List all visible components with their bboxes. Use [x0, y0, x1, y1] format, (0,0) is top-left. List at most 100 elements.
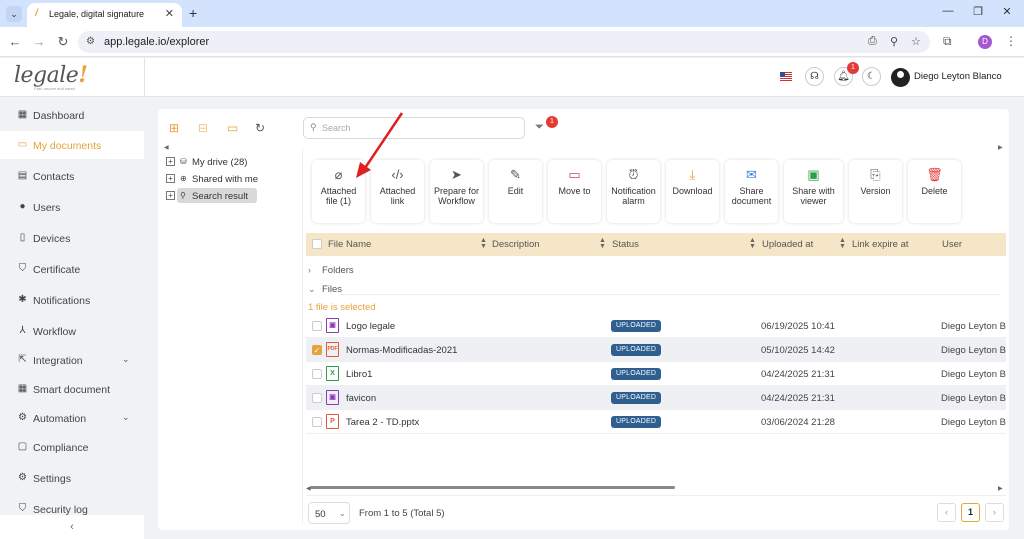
file-name[interactable]: Tarea 2 - TD.pptx	[346, 417, 419, 428]
row-checkbox[interactable]	[312, 393, 322, 403]
refresh-icon[interactable]: ↻	[255, 121, 265, 135]
new-tab-icon[interactable]: +	[189, 5, 197, 21]
profile-avatar[interactable]: D	[978, 35, 992, 49]
scroll-left-icon[interactable]: ◀	[164, 144, 169, 151]
table-row[interactable]: ▣ Logo legale UPLOADED 06/19/2025 10:41 …	[306, 314, 1006, 338]
column-file-name[interactable]: File Name	[328, 239, 371, 250]
folder-move-icon[interactable]: ⊟	[198, 121, 208, 135]
table-row[interactable]: X Libro1 UPLOADED 04/24/2025 21:31 Diego…	[306, 362, 1006, 386]
sidebar-item-smart-document[interactable]: ▦ Smart document	[0, 375, 144, 403]
scroll-right-icon[interactable]: ▶	[998, 144, 1003, 151]
sidebar-item-users[interactable]: ● Users	[0, 193, 144, 221]
theme-toggle-icon[interactable]: ☾	[862, 67, 881, 86]
us-flag-icon[interactable]	[780, 72, 792, 81]
site-info-icon[interactable]: ⚙	[86, 36, 95, 47]
file-name[interactable]: favicon	[346, 393, 376, 404]
row-checkbox[interactable]	[312, 321, 322, 331]
forward-icon[interactable]: →	[32, 34, 46, 49]
sidebar-item-dashboard[interactable]: ▦ Dashboard	[0, 101, 144, 129]
url-text[interactable]: app.legale.io/explorer	[104, 36, 209, 48]
expand-icon[interactable]: +	[166, 174, 175, 183]
next-page-button[interactable]: ›	[985, 503, 1004, 522]
attached-link-button[interactable]: ‹/› Attached link	[371, 160, 424, 223]
restore-icon[interactable]: ❐	[971, 5, 985, 18]
share-with-viewer-button[interactable]: ▣ Share with viewer	[784, 160, 843, 223]
version-button[interactable]: ⎘ Version	[849, 160, 902, 223]
row-checkbox[interactable]	[312, 417, 322, 427]
sidebar-item-certificate[interactable]: ⛉ Certificate	[0, 255, 144, 283]
folder-open-icon[interactable]: ▭	[227, 121, 238, 135]
expand-icon[interactable]: +	[166, 191, 175, 200]
sidebar-item-settings[interactable]: ⚙ Settings	[0, 464, 144, 492]
search-box[interactable]: ⚲	[303, 117, 525, 139]
select-all-checkbox[interactable]	[312, 239, 322, 249]
prepare-for-workflow-button[interactable]: ➤ Prepare for Workflow	[430, 160, 483, 223]
sidebar-item-label: Devices	[33, 233, 71, 245]
share-document-button[interactable]: ✉ Share document	[725, 160, 778, 223]
notification-alarm-button[interactable]: ⏰︎ Notification alarm	[607, 160, 660, 223]
sort-icon[interactable]: ▲ ▼	[599, 237, 606, 250]
prev-page-button[interactable]: ‹	[937, 503, 956, 522]
user-avatar-icon[interactable]	[891, 68, 910, 87]
action-label: Download	[672, 186, 713, 196]
download-button[interactable]: ⤓ Download	[666, 160, 719, 223]
row-checkbox[interactable]	[312, 369, 322, 379]
table-row[interactable]: ▣ favicon UPLOADED 04/24/2025 21:31 Dieg…	[306, 386, 1006, 410]
sort-icon[interactable]: ▲ ▼	[749, 237, 756, 250]
support-icon[interactable]: ☊	[805, 67, 824, 86]
sort-icon[interactable]: ▲ ▼	[839, 237, 846, 250]
browser-menu-icon[interactable]: ⋮	[1005, 34, 1017, 48]
close-window-icon[interactable]: ✕	[1000, 5, 1014, 18]
sidebar-item-automation[interactable]: ⚙ Automation ⌄	[0, 404, 144, 432]
omnibox[interactable]: ⚙ app.legale.io/explorer ⎙ ⚲ ☆	[78, 31, 930, 53]
page-size-select[interactable]: 50 ⌄	[308, 502, 350, 524]
search-input[interactable]	[322, 121, 517, 135]
sidebar-item-compliance[interactable]: ▢ Compliance	[0, 433, 144, 461]
back-icon[interactable]: ←	[8, 34, 22, 49]
column-uploaded-at[interactable]: Uploaded at	[762, 239, 813, 250]
legale-logo[interactable]: legale!	[14, 62, 88, 88]
move-to-button[interactable]: ▭ Move to	[548, 160, 601, 223]
sidebar-item-integration[interactable]: ⇱ Integration ⌄	[0, 346, 144, 374]
install-app-icon[interactable]: ⎙	[868, 35, 877, 48]
table-row[interactable]: ✓ PDF Normas-Modificadas-2021 UPLOADED 0…	[306, 338, 1006, 362]
zoom-icon[interactable]: ⚲	[890, 35, 898, 48]
edit-button[interactable]: ✎ Edit	[489, 160, 542, 223]
bookmark-star-icon[interactable]: ☆	[911, 35, 921, 48]
sidebar-item-devices[interactable]: ▯ Devices	[0, 224, 144, 252]
tree-item-shared-with-me[interactable]: + ⊕ Shared with me	[166, 171, 301, 188]
attached-file-button[interactable]: ⌀ Attached file (1)	[312, 160, 365, 223]
file-name[interactable]: Logo legale	[346, 321, 395, 332]
tab-close-icon[interactable]: ✕	[165, 7, 174, 20]
scrollbar-thumb[interactable]	[310, 486, 675, 489]
sidebar-item-my-documents[interactable]: ▭ My documents	[0, 131, 144, 159]
sidebar-item-workflow[interactable]: ⅄ Workflow	[0, 317, 144, 345]
tree-item-search-result[interactable]: + ⚲ Search result	[166, 188, 301, 205]
filter-icon[interactable]: ⏷	[535, 121, 544, 134]
page-button-current[interactable]: 1	[961, 503, 980, 522]
file-name[interactable]: Normas-Modificadas-2021	[346, 345, 457, 356]
sidebar-item-contacts[interactable]: ▤ Contacts	[0, 162, 144, 190]
sort-icon[interactable]: ▲ ▼	[480, 237, 487, 250]
tree-item-my-drive[interactable]: + ⛁ My drive (28)	[166, 154, 301, 171]
table-row[interactable]: P Tarea 2 - TD.pptx UPLOADED 03/06/2024 …	[306, 410, 1006, 434]
new-folder-icon[interactable]: ⊞	[169, 121, 179, 135]
column-user[interactable]: User	[942, 239, 962, 250]
horizontal-scrollbar[interactable]	[310, 486, 1003, 490]
file-name[interactable]: Libro1	[346, 369, 372, 380]
column-description[interactable]: Description	[492, 239, 540, 250]
sidebar-item-notifications[interactable]: ✱ Notifications	[0, 286, 144, 314]
scroll-right-icon[interactable]: ▶	[998, 485, 1003, 492]
row-checkbox[interactable]: ✓	[312, 345, 322, 355]
expand-icon[interactable]: +	[166, 157, 175, 166]
minimize-icon[interactable]: —	[941, 5, 955, 17]
tab-search-chevron-icon[interactable]: ⌄	[6, 6, 22, 22]
extensions-icon[interactable]: ⧉	[943, 34, 952, 49]
reload-icon[interactable]: ↻	[56, 34, 70, 50]
column-link-expire[interactable]: Link expire at	[852, 239, 909, 250]
column-status[interactable]: Status	[612, 239, 639, 250]
collapse-sidebar-button[interactable]: ‹	[0, 515, 144, 539]
browser-tab[interactable]: / Legale, digital signature ✕	[27, 3, 182, 27]
user-name[interactable]: Diego Leyton Blanco	[914, 71, 1002, 82]
delete-button[interactable]: 🗑︎ Delete	[908, 160, 961, 223]
